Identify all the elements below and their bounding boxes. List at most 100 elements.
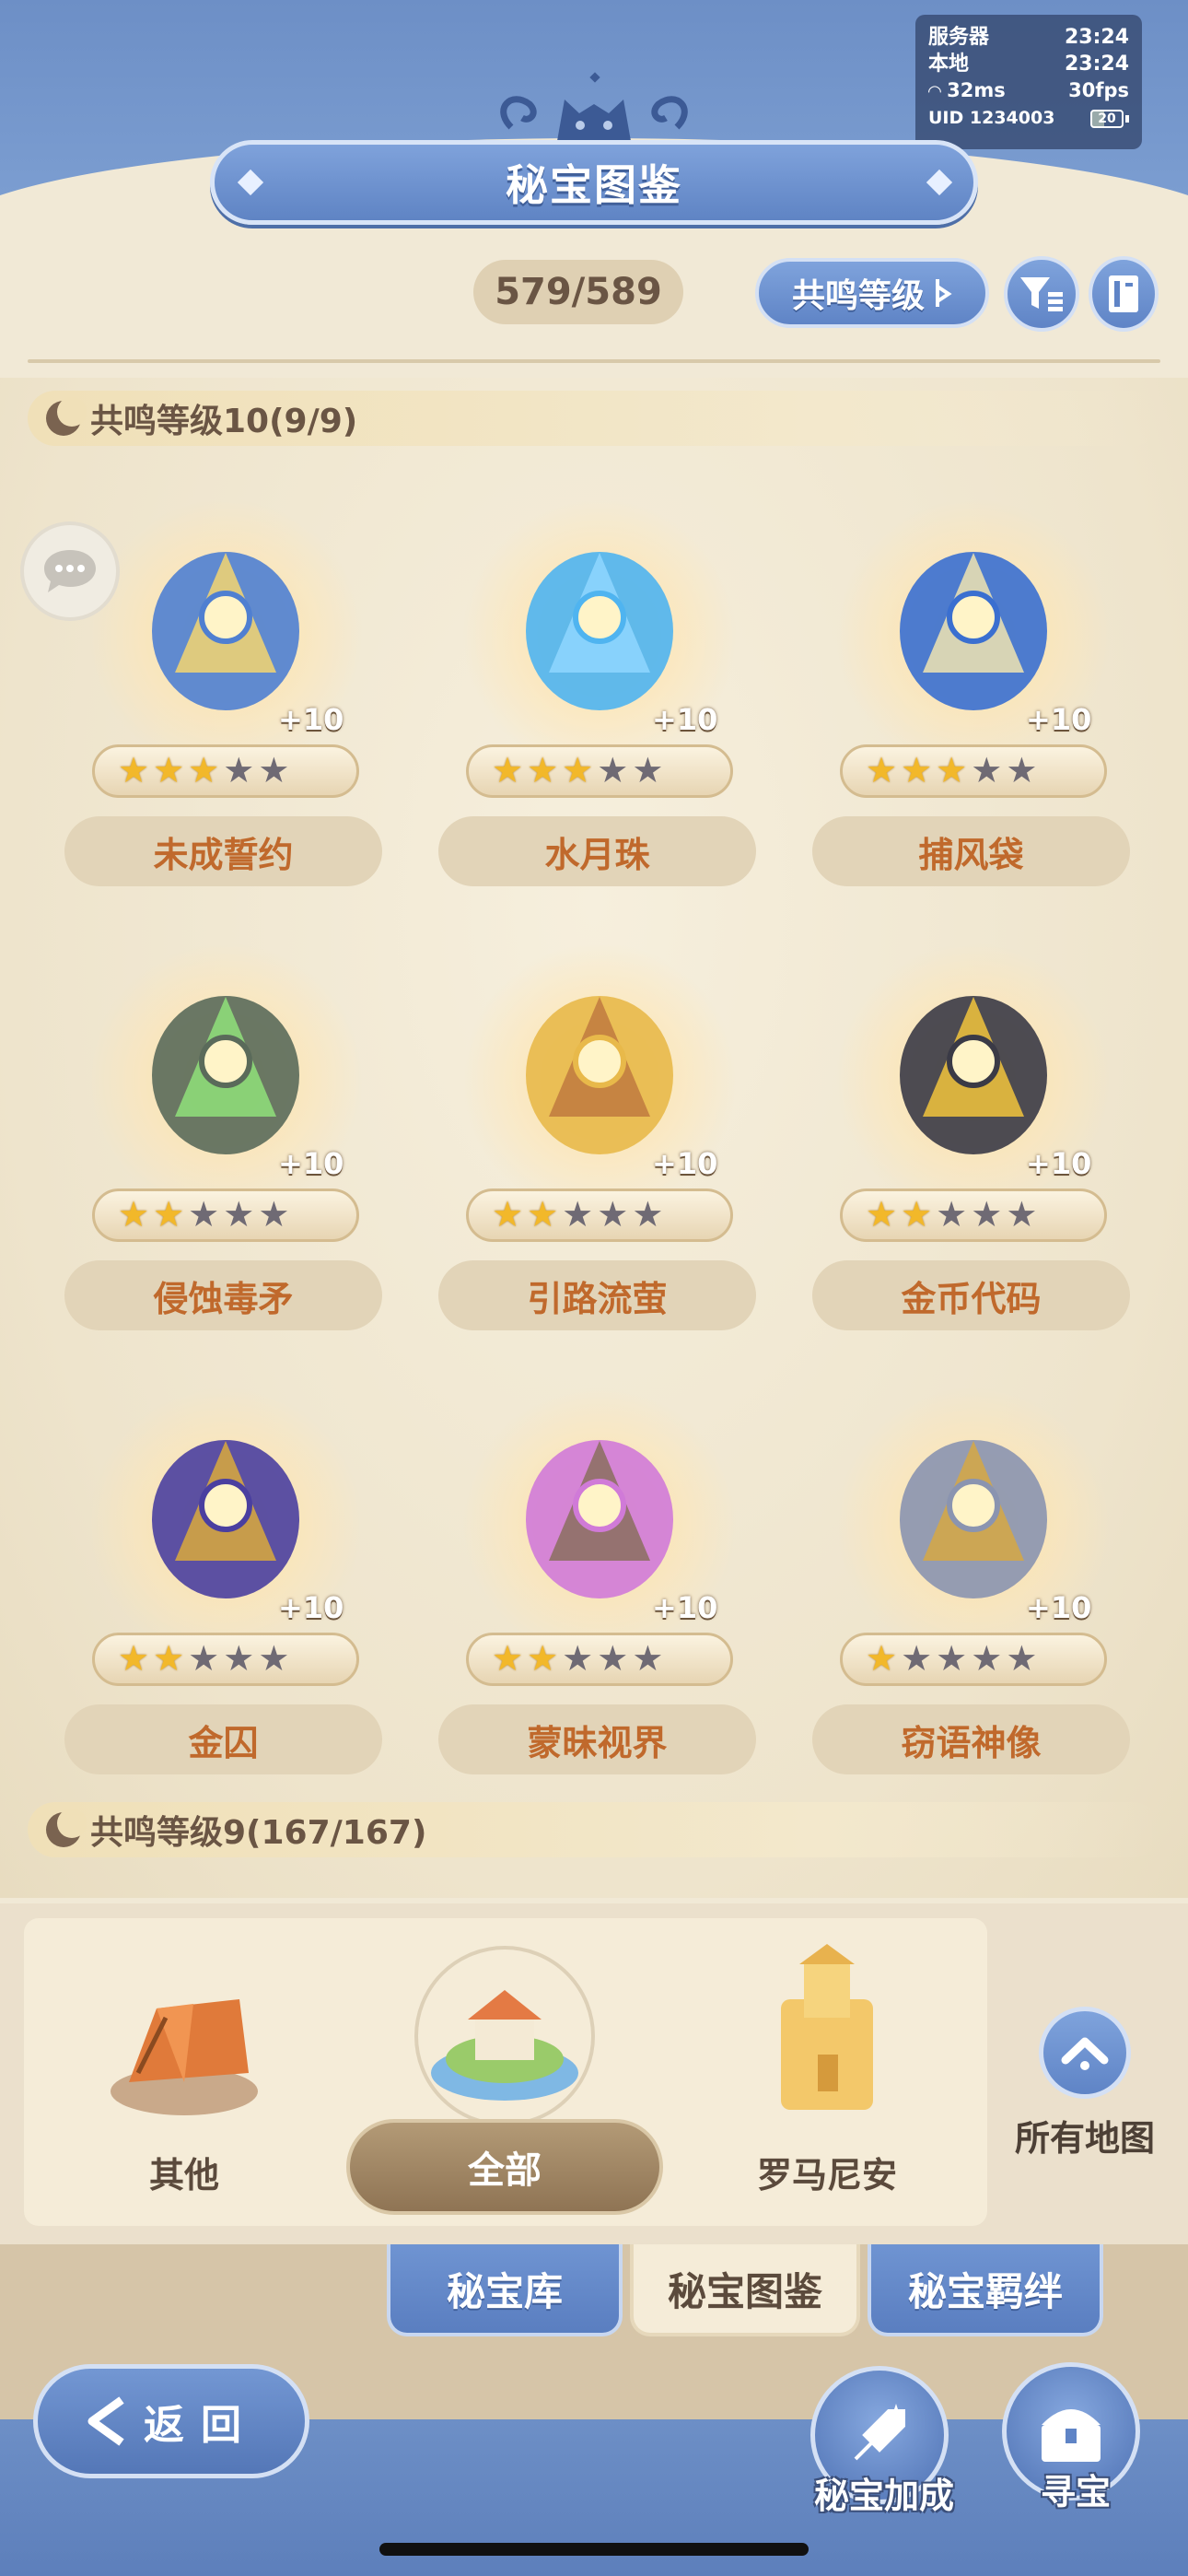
treasure-item-icon: [900, 552, 1047, 710]
sort-arrow-icon: [936, 279, 952, 307]
item-level: +10: [278, 702, 344, 737]
star-filled-icon: ★: [901, 1194, 933, 1235]
item-name-pill: 蒙昧视界: [438, 1704, 756, 1774]
star-empty-icon: ★: [597, 1194, 629, 1235]
treasure-card[interactable]: ★ ★ ★ ★ ★ +10 金囚: [64, 1386, 387, 1774]
treasure-chest-icon: [1042, 2409, 1101, 2462]
star-empty-icon: ★: [1006, 1638, 1038, 1679]
star-filled-icon: ★: [153, 1194, 185, 1235]
star-empty-icon: ★: [223, 1638, 255, 1679]
region-other[interactable]: 其他: [64, 1944, 304, 2220]
home-indicator: [379, 2543, 809, 2556]
back-label: 返回: [144, 2402, 258, 2449]
item-name-pill: 侵蚀毒矛: [64, 1260, 382, 1330]
book-icon: [1109, 275, 1138, 312]
item-name: 捕风袋: [918, 834, 1024, 875]
star-filled-icon: ★: [527, 1638, 559, 1679]
treasure-item-icon: [152, 1440, 299, 1598]
battery-level: 20: [1090, 109, 1124, 128]
treasure-item-icon: [152, 552, 299, 710]
item-name: 窃语神像: [901, 1722, 1042, 1763]
star-filled-icon: ★: [901, 750, 933, 790]
chat-bubble-icon: [44, 550, 96, 592]
region-romanian-label: 罗马尼安: [756, 2155, 897, 2195]
star-empty-icon: ★: [1006, 750, 1038, 790]
treasure-card[interactable]: ★ ★ ★ ★ ★ +10 水月珠: [438, 498, 761, 886]
chat-button[interactable]: [20, 521, 120, 621]
treasure-hunt-label: 寻宝: [1040, 2472, 1111, 2512]
section-header-level-10: 共鸣等级10(9/9): [28, 391, 1160, 446]
star-rating: ★ ★ ★ ★ ★: [866, 1640, 1037, 1677]
item-level: +10: [652, 1590, 718, 1625]
star-rating: ★ ★ ★ ★ ★: [118, 752, 289, 789]
region-all-label: 全部: [468, 2149, 542, 2192]
island-house-icon: [414, 1946, 595, 2126]
star-filled-icon: ★: [492, 750, 524, 790]
page-title: 秘宝图鉴: [506, 160, 682, 210]
resonance-level-label: 共鸣等级: [791, 277, 925, 315]
treasure-item-icon: [526, 552, 673, 710]
item-level: +10: [1026, 702, 1092, 737]
star-empty-icon: ★: [223, 750, 255, 790]
tab-codex-label: 秘宝图鉴: [667, 2268, 822, 2314]
star-empty-icon: ★: [258, 750, 290, 790]
resonance-level-sort-button[interactable]: 共鸣等级: [755, 258, 989, 328]
collection-count: 579/589: [473, 260, 683, 324]
filter-button[interactable]: [1004, 256, 1079, 332]
star-rating: ★ ★ ★ ★ ★: [118, 1196, 289, 1233]
tab-vault[interactable]: 秘宝库: [387, 2244, 623, 2336]
star-rating: ★ ★ ★ ★ ★: [492, 1640, 663, 1677]
treasure-card[interactable]: ★ ★ ★ ★ ★ +10 引路流萤: [438, 942, 761, 1330]
treasure-card[interactable]: ★ ★ ★ ★ ★ +10 窃语神像: [812, 1386, 1135, 1774]
star-rating: ★ ★ ★ ★ ★: [492, 1196, 663, 1233]
item-name-pill: 窃语神像: [812, 1704, 1130, 1774]
filter-icon: [1020, 277, 1063, 311]
treasure-card[interactable]: ★ ★ ★ ★ ★ +10 蒙昧视界: [438, 1386, 761, 1774]
star-empty-icon: ★: [258, 1194, 290, 1235]
wifi-icon: ◠: [928, 82, 948, 101]
star-filled-icon: ★: [527, 750, 559, 790]
item-level: +10: [1026, 1590, 1092, 1625]
star-filled-icon: ★: [866, 1194, 898, 1235]
star-filled-icon: ★: [118, 1638, 150, 1679]
star-empty-icon: ★: [936, 1194, 968, 1235]
item-name: 引路流萤: [527, 1278, 668, 1319]
uid-text: UID 1234003: [928, 108, 1055, 128]
item-name: 金币代码: [901, 1278, 1042, 1319]
star-empty-icon: ★: [188, 1638, 220, 1679]
star-empty-icon: ★: [597, 750, 629, 790]
all-maps-button[interactable]: 所有地图: [1011, 1962, 1159, 2159]
treasure-card[interactable]: ★ ★ ★ ★ ★ +10 金币代码: [812, 942, 1135, 1330]
star-filled-icon: ★: [118, 750, 150, 790]
treasure-bonus-button[interactable]: 秘宝加成: [810, 2366, 958, 2559]
star-empty-icon: ★: [597, 1638, 629, 1679]
tab-bonds[interactable]: 秘宝羁绊: [868, 2244, 1103, 2336]
treasure-card[interactable]: ★ ★ ★ ★ ★ +10 侵蚀毒矛: [64, 942, 387, 1330]
codex-info-button[interactable]: [1089, 256, 1159, 332]
star-filled-icon: ★: [492, 1638, 524, 1679]
region-romanian[interactable]: 罗马尼安: [707, 1944, 947, 2220]
fps-value: 30fps: [1068, 79, 1129, 101]
star-filled-icon: ★: [118, 1194, 150, 1235]
star-empty-icon: ★: [971, 1194, 1003, 1235]
tab-codex[interactable]: 秘宝图鉴: [630, 2244, 860, 2336]
section-title: 共鸣等级9(167/167): [90, 1814, 427, 1852]
item-name: 蒙昧视界: [527, 1722, 668, 1763]
star-empty-icon: ★: [936, 1638, 968, 1679]
star-empty-icon: ★: [1006, 1194, 1038, 1235]
tab-vault-label: 秘宝库: [446, 2268, 563, 2314]
item-level: +10: [1026, 1146, 1092, 1181]
region-all-selected-pill[interactable]: 全部: [346, 2119, 663, 2215]
treasure-card[interactable]: ★ ★ ★ ★ ★ +10 捕风袋: [812, 498, 1135, 886]
treasure-item-icon: [526, 996, 673, 1154]
star-empty-icon: ★: [632, 750, 664, 790]
ping-value: 32ms: [947, 79, 1006, 101]
treasure-item-icon: [526, 1440, 673, 1598]
item-level: +10: [278, 1590, 344, 1625]
treasure-hunt-button[interactable]: 寻宝: [1002, 2362, 1149, 2556]
star-filled-icon: ★: [153, 750, 185, 790]
back-button[interactable]: 返回: [33, 2364, 309, 2478]
item-name-pill: 未成誓约: [64, 816, 382, 886]
item-name-pill: 金币代码: [812, 1260, 1130, 1330]
item-name: 未成誓约: [153, 834, 294, 875]
